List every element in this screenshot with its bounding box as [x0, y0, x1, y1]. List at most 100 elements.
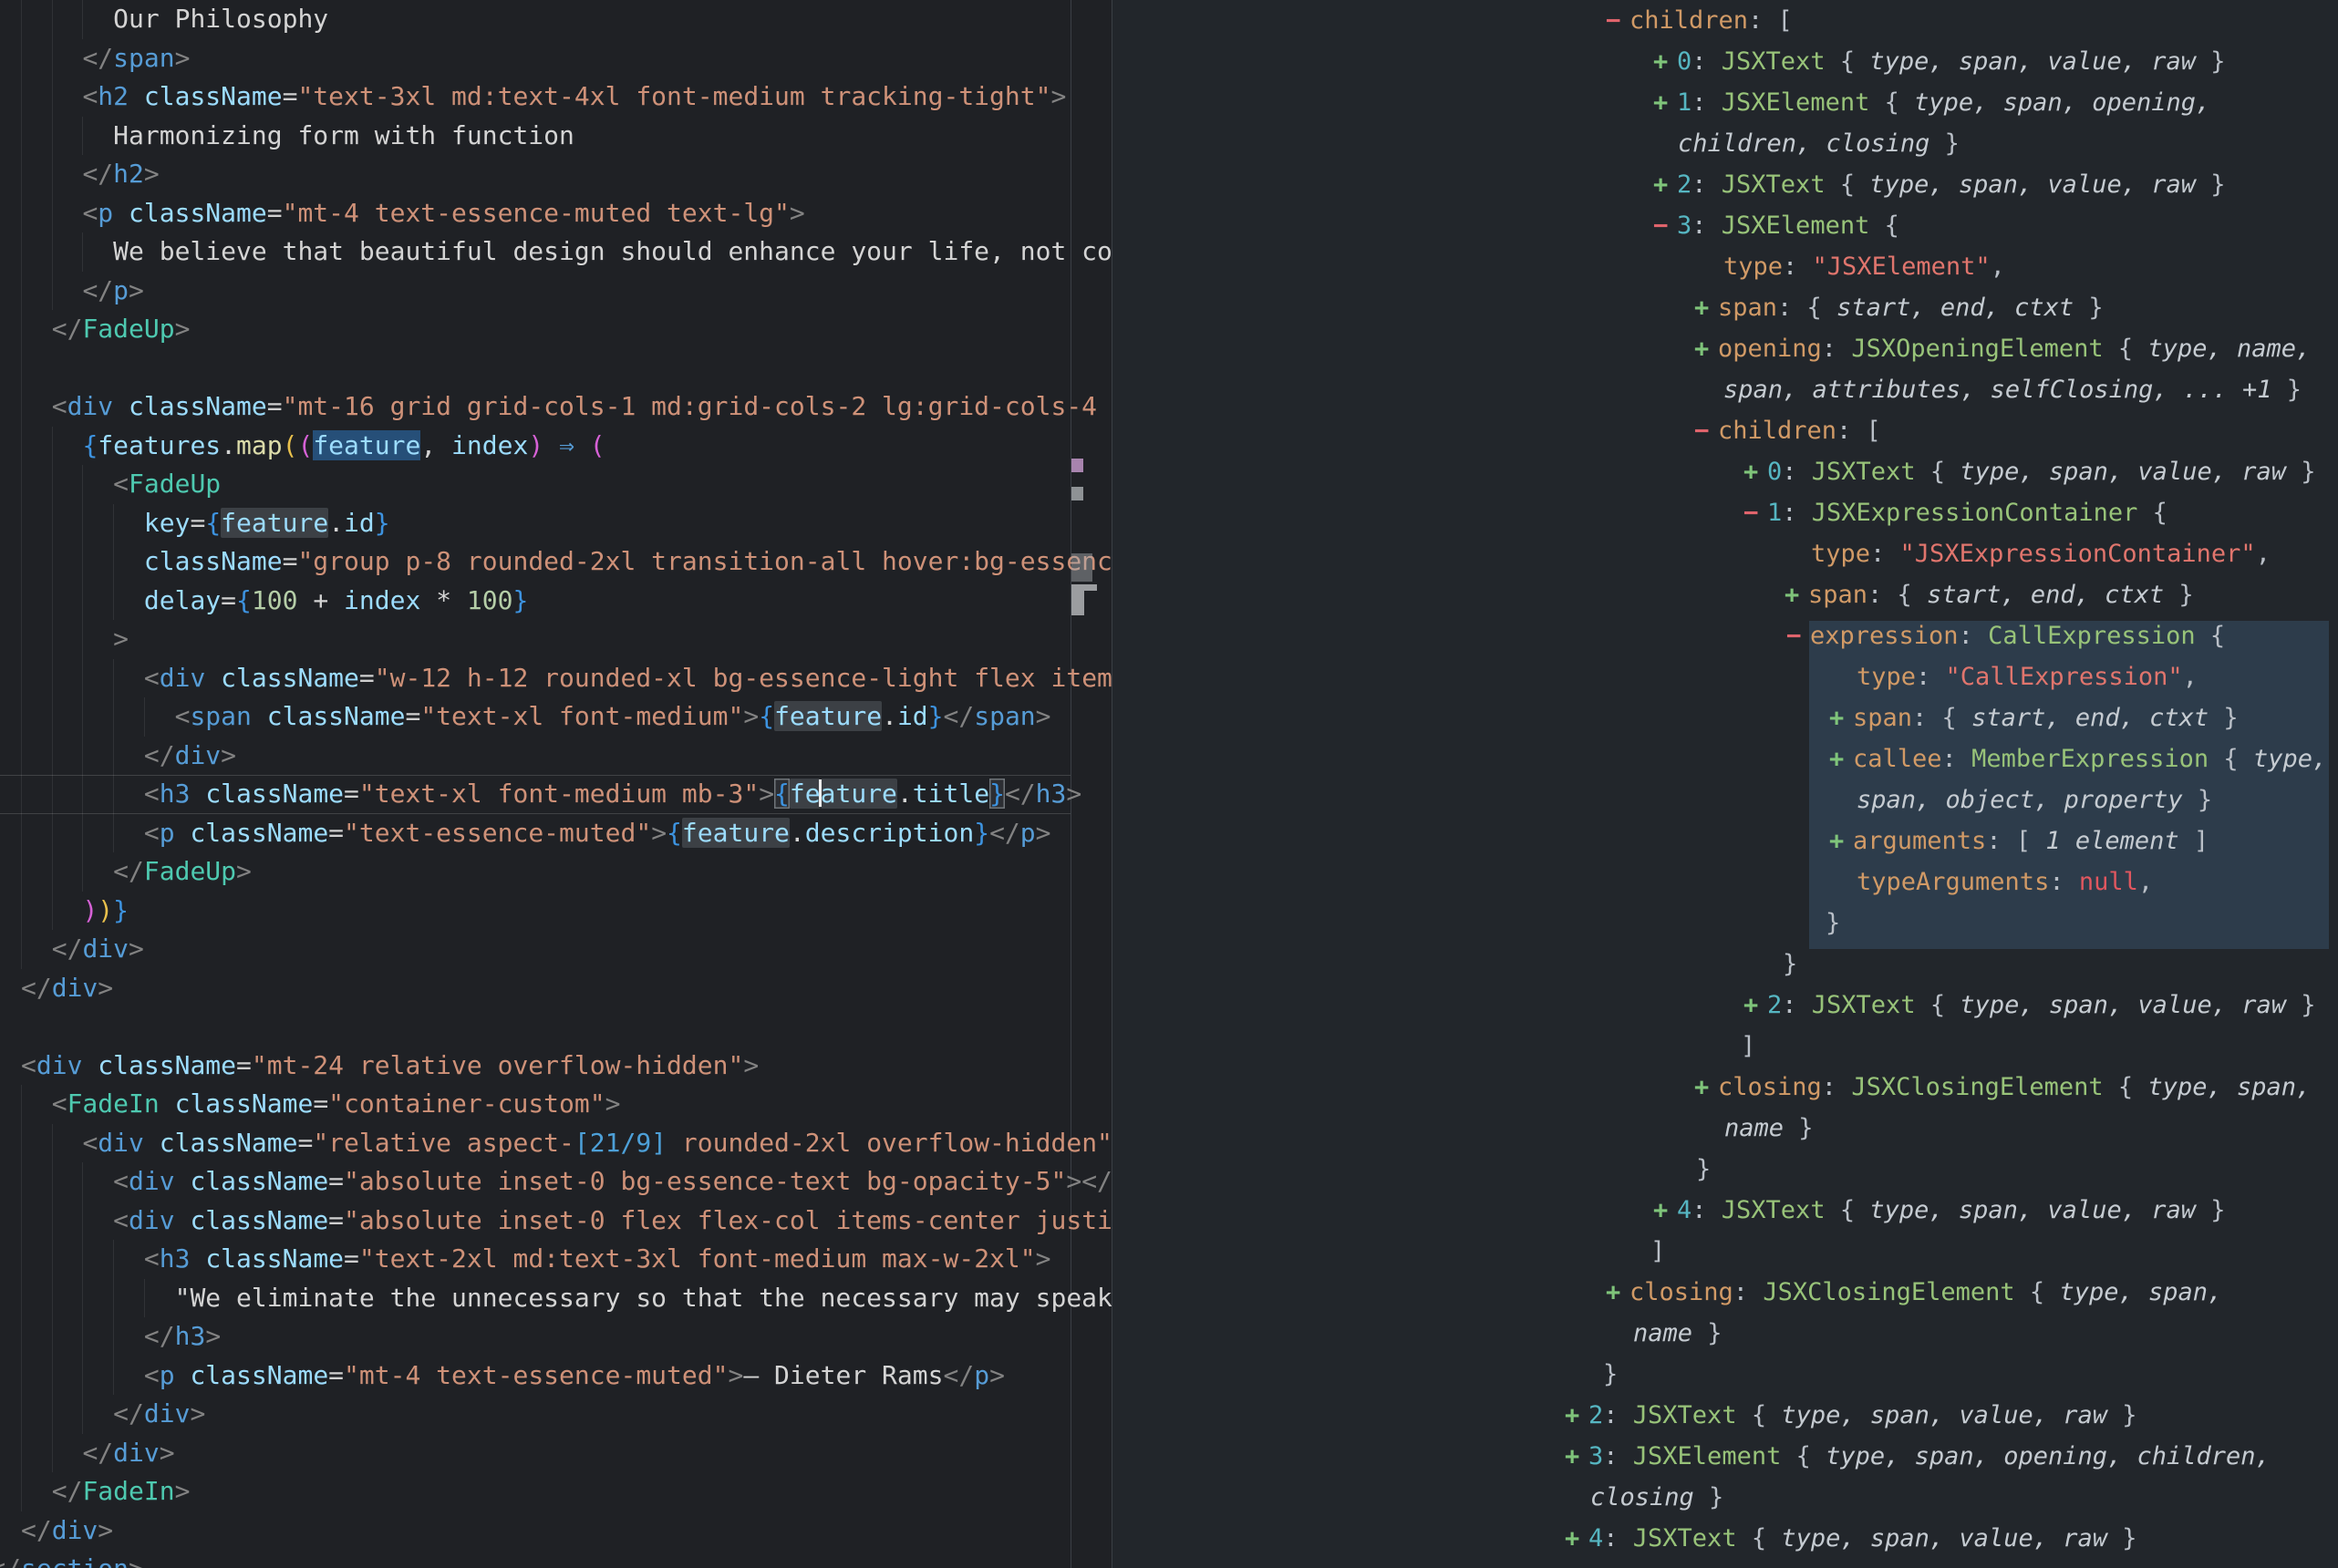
expand-toggle-icon[interactable]: +	[1694, 328, 1709, 369]
ast-node-line[interactable]: span, attributes, selfClosing, ... +1 }	[1112, 369, 2338, 410]
ast-tree-pane[interactable]: −children: [+0: JSXText { type, span, va…	[1112, 0, 2338, 1568]
code-line[interactable]: </span>	[0, 39, 1112, 78]
code-line[interactable]: </div>	[0, 737, 1112, 776]
ast-node-line[interactable]: −3: JSXElement {	[1112, 205, 2338, 246]
code-line-current[interactable]: <h3 className="text-xl font-medium mb-3"…	[0, 775, 1071, 814]
expand-toggle-icon[interactable]: +	[1743, 451, 1758, 492]
ast-node-line[interactable]: }	[1112, 1354, 2338, 1395]
expand-toggle-icon[interactable]: +	[1565, 1436, 1579, 1477]
ast-node-line[interactable]: +4: JSXText { type, span, value, raw }	[1112, 1518, 2338, 1559]
ast-node-line[interactable]: name }	[1112, 1108, 2338, 1149]
code-line[interactable]: <div className="w-12 h-12 rounded-xl bg-…	[0, 659, 1112, 698]
expand-toggle-icon[interactable]: +	[1565, 1518, 1579, 1559]
expand-toggle-icon[interactable]: +	[1694, 287, 1709, 328]
code-line[interactable]: Our Philosophy	[0, 0, 1112, 39]
expand-toggle-icon[interactable]: +	[1653, 164, 1668, 205]
code-line[interactable]: <div className="absolute inset-0 bg-esse…	[0, 1162, 1112, 1202]
code-line[interactable]: </FadeIn>	[0, 1472, 1112, 1511]
ast-node-line[interactable]: +2: JSXText { type, span, value, raw }	[1112, 985, 2338, 1026]
code-line[interactable]: </FadeUp>	[0, 852, 1112, 892]
ast-node-line[interactable]: type: "CallExpression",	[1112, 656, 2338, 697]
code-editor-pane[interactable]: Our Philosophy</span><h2 className="text…	[0, 0, 1112, 1568]
code-line[interactable]: </div>	[0, 1395, 1112, 1434]
ast-node-line[interactable]: children, closing }	[1112, 123, 2338, 164]
code-line[interactable]: >	[0, 620, 1112, 659]
ast-node-line[interactable]: +3: JSXElement { type, span, opening, ch…	[1112, 1436, 2338, 1477]
ast-node-line[interactable]: +callee: MemberExpression { type,	[1112, 738, 2338, 779]
code-line[interactable]: <span className="text-xl font-medium">{f…	[0, 697, 1112, 737]
ast-node-line[interactable]: typeArguments: null,	[1112, 861, 2338, 903]
collapse-toggle-icon[interactable]: −	[1743, 492, 1758, 533]
expand-toggle-icon[interactable]: +	[1829, 738, 1844, 779]
code-line[interactable]: <div className="relative aspect-[21/9] r…	[0, 1124, 1112, 1163]
code-line[interactable]: delay={100 + index * 100}	[0, 582, 1112, 621]
code-line[interactable]: <div className="absolute inset-0 flex fl…	[0, 1202, 1112, 1241]
ast-node-line[interactable]: −children: [	[1112, 0, 2338, 41]
ast-node-line[interactable]: +span: { start, end, ctxt }	[1112, 697, 2338, 738]
ast-node-line[interactable]: +span: { start, end, ctxt }	[1112, 287, 2338, 328]
ast-node-line[interactable]: +2: JSXText { type, span, value, raw }	[1112, 1395, 2338, 1436]
ast-node-line[interactable]: ]	[1112, 1231, 2338, 1272]
ast-node-line[interactable]: ]	[1112, 1026, 2338, 1067]
ast-node-line[interactable]: }	[1112, 1149, 2338, 1190]
expand-toggle-icon[interactable]: +	[1743, 985, 1758, 1026]
code-line[interactable]: </div>	[0, 930, 1112, 969]
ast-node-line[interactable]: −1: JSXExpressionContainer {	[1112, 492, 2338, 533]
ast-node-line[interactable]: +closing: JSXClosingElement { type, span…	[1112, 1067, 2338, 1108]
code-line[interactable]: We believe that beautiful design should …	[0, 232, 1112, 272]
code-line[interactable]: </div>	[0, 969, 1112, 1008]
expand-toggle-icon[interactable]: +	[1565, 1395, 1579, 1436]
code-line[interactable]: <h3 className="text-2xl md:text-3xl font…	[0, 1240, 1112, 1279]
ast-node-line[interactable]: +opening: JSXOpeningElement { type, name…	[1112, 328, 2338, 369]
code-line[interactable]: <p className="mt-4 text-essence-muted">—…	[0, 1357, 1112, 1396]
code-line[interactable]: </div>	[0, 1434, 1112, 1473]
ast-node-line[interactable]: +closing: JSXClosingElement { type, span…	[1112, 1272, 2338, 1313]
expand-toggle-icon[interactable]: +	[1653, 1190, 1668, 1231]
ast-node-line[interactable]: }	[1112, 944, 2338, 985]
ast-node-line[interactable]: +2: JSXText { type, span, value, raw }	[1112, 164, 2338, 205]
expand-toggle-icon[interactable]: +	[1606, 1272, 1620, 1313]
code-line[interactable]: <p className="mt-4 text-essence-muted te…	[0, 194, 1112, 233]
ast-node-line[interactable]: }	[1112, 903, 2338, 944]
code-line[interactable]: </div>	[0, 1511, 1112, 1551]
code-line[interactable]	[0, 1007, 1112, 1047]
code-line[interactable]: </section>	[0, 1550, 1112, 1568]
code-line[interactable]: <FadeUp	[0, 465, 1112, 504]
expand-toggle-icon[interactable]: +	[1829, 820, 1844, 861]
code-line[interactable]: {features.map((feature, index) ⇒ (	[0, 427, 1112, 466]
ast-node-line[interactable]: span, object, property }	[1112, 779, 2338, 820]
collapse-toggle-icon[interactable]: −	[1694, 410, 1709, 451]
code-line[interactable]: Harmonizing form with function	[0, 117, 1112, 156]
code-line[interactable]: <div className="mt-24 relative overflow-…	[0, 1047, 1112, 1086]
ast-node-line[interactable]: +1: JSXElement { type, span, opening,	[1112, 82, 2338, 123]
code-line[interactable]: key={feature.id}	[0, 504, 1112, 543]
ast-node-line[interactable]: type: "JSXElement",	[1112, 246, 2338, 287]
collapse-toggle-icon[interactable]: −	[1653, 205, 1668, 246]
code-line[interactable]	[0, 349, 1112, 388]
expand-toggle-icon[interactable]: +	[1829, 697, 1844, 738]
code-line[interactable]: <div className="mt-16 grid grid-cols-1 m…	[0, 387, 1112, 427]
ast-node-line[interactable]: closing }	[1112, 1477, 2338, 1518]
expand-toggle-icon[interactable]: +	[1785, 574, 1799, 615]
ast-node-line[interactable]: type: "JSXExpressionContainer",	[1112, 533, 2338, 574]
ast-node-line[interactable]: +span: { start, end, ctxt }	[1112, 574, 2338, 615]
code-line[interactable]: <p className="text-essence-muted">{featu…	[0, 814, 1112, 853]
code-line[interactable]: className="group p-8 rounded-2xl transit…	[0, 542, 1112, 582]
collapse-toggle-icon[interactable]: −	[1786, 615, 1801, 656]
ast-node-line[interactable]: name }	[1112, 1313, 2338, 1354]
code-line[interactable]: <h2 className="text-3xl md:text-4xl font…	[0, 77, 1112, 117]
ast-node-line[interactable]: −children: [	[1112, 410, 2338, 451]
expand-toggle-icon[interactable]: +	[1653, 82, 1668, 123]
ast-node-line[interactable]: +0: JSXText { type, span, value, raw }	[1112, 41, 2338, 82]
code-line[interactable]: ))}	[0, 892, 1112, 931]
code-line[interactable]: <FadeIn className="container-custom">	[0, 1085, 1112, 1124]
code-line[interactable]: </h3>	[0, 1317, 1112, 1357]
code-line[interactable]: </p>	[0, 272, 1112, 311]
expand-toggle-icon[interactable]: +	[1653, 41, 1668, 82]
ast-node-line[interactable]: +0: JSXText { type, span, value, raw }	[1112, 451, 2338, 492]
ast-node-line[interactable]: −expression: CallExpression {	[1112, 615, 2338, 656]
ast-node-line[interactable]: +arguments: [ 1 element ]	[1112, 820, 2338, 861]
code-line[interactable]: </FadeUp>	[0, 310, 1112, 349]
ast-node-line[interactable]: +4: JSXText { type, span, value, raw }	[1112, 1190, 2338, 1231]
collapse-toggle-icon[interactable]: −	[1606, 0, 1620, 41]
